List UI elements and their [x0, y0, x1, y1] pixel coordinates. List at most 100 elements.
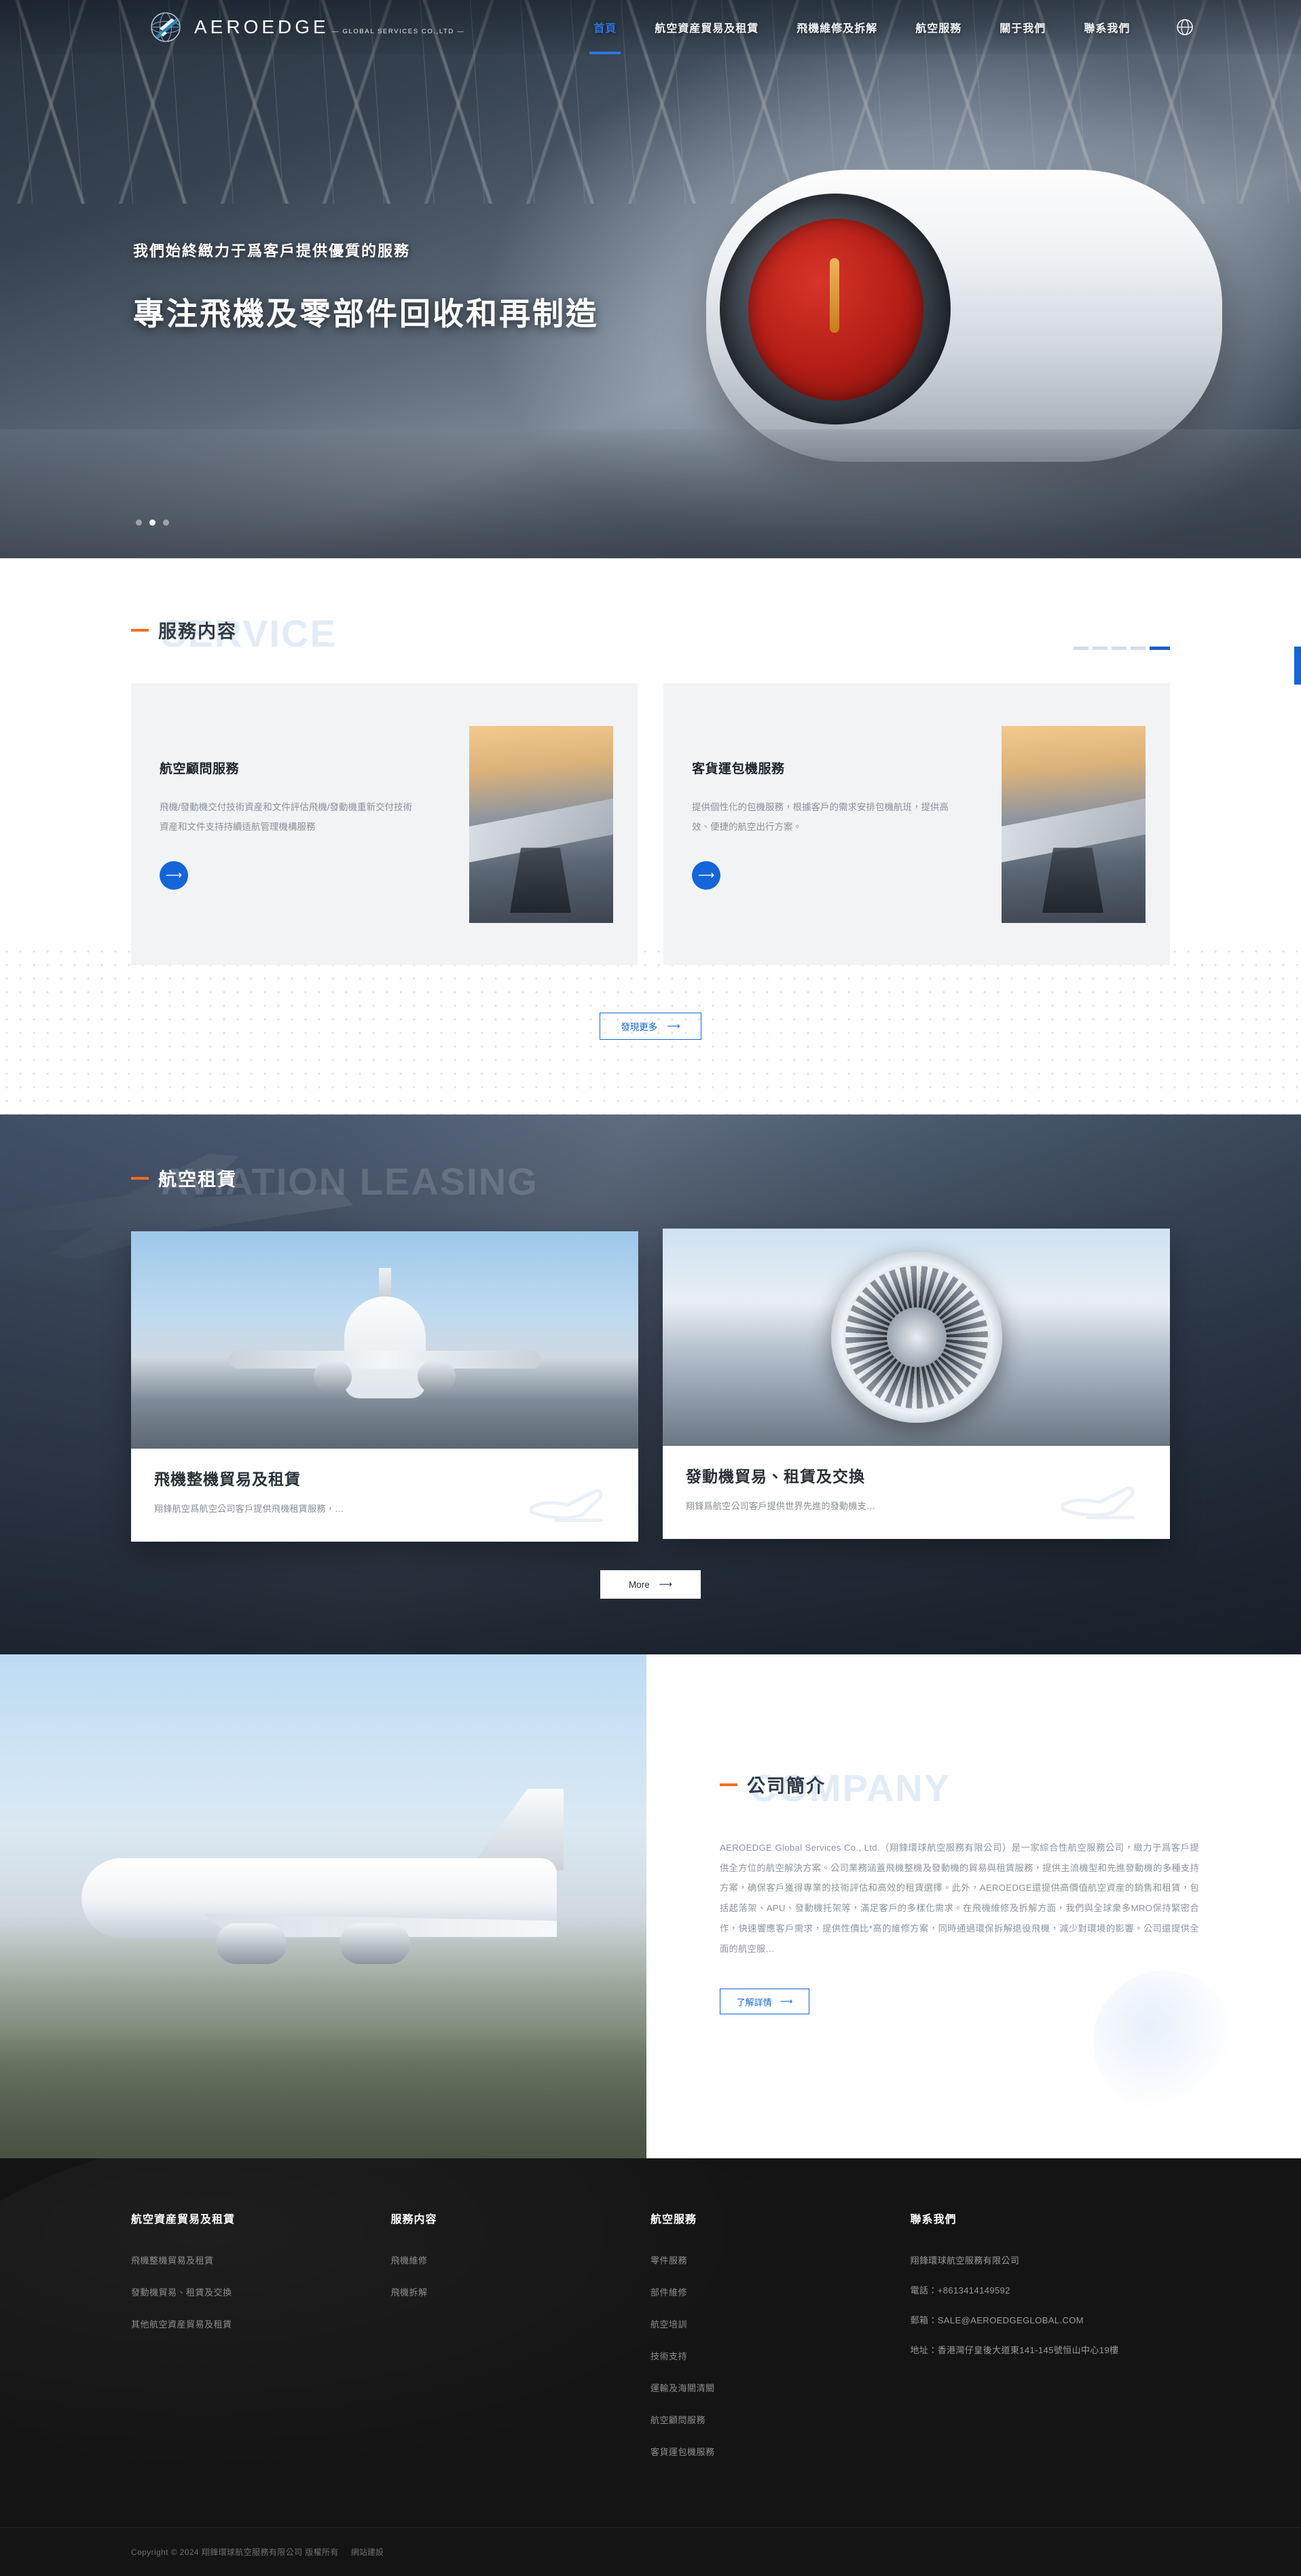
learn-more-label: 了解詳情 [736, 1997, 772, 2008]
hero-title: 專注飛機及零部件回收和再制造 [133, 296, 599, 331]
nav-item-mro[interactable]: 飛機維修及拆解 [777, 19, 896, 35]
company-section-heading: COMPANY 公司簡介 [720, 1766, 1199, 1815]
site-builder-link[interactable]: 網站建設 [351, 2546, 384, 2558]
brand-tagline: — GLOBAL SERVICES CO.,LTD — [332, 28, 465, 35]
footer-link[interactable]: 飛機整機貿易及租賃 [131, 2253, 391, 2266]
footer-email[interactable]: 郵箱：SALE@AEROEDGEGLOBAL.COM [911, 2313, 1171, 2328]
accent-dash [720, 1783, 737, 1786]
arrow-right-icon[interactable]: ⟶ [692, 861, 720, 890]
footer-copyright-bar: Copyright © 2024 翔鋒環球航空服務有限公司 版權所有 網站建設 [0, 2527, 1301, 2576]
brand-logo[interactable]: AEROEDGE — GLOBAL SERVICES CO.,LTD — [146, 7, 464, 47]
brand-name: AEROEDGE [194, 16, 329, 37]
service-card[interactable]: 航空顧問服務 飛機/發動機交付技術資産和文件評估飛機/發動機重新交付技術資産和文… [131, 683, 638, 965]
hero-subtitle: 我們始終緻力于爲客戶提供優質的服務 [133, 242, 411, 259]
service-card-title: 客貨運包機服務 [692, 761, 785, 776]
discover-more-label: 發現更多 [621, 1022, 658, 1032]
airplane-takeoff-icon [527, 1485, 615, 1524]
nav-item-services[interactable]: 航空服務 [896, 19, 981, 35]
globe-icon[interactable] [1175, 17, 1195, 37]
leasing-card[interactable]: 飛機整機貿易及租賃 翔鋒航空爲航空公司客戶提供飛機租賃服務，… [131, 1231, 638, 1542]
leasing-title: 航空租賃 [158, 1169, 237, 1190]
footer-column-contact: 聯系我們 翔鋒環球航空服務有限公司 電話：+8613414149592 郵箱：S… [911, 2210, 1171, 2477]
leasing-section: AVIATION LEASING 航空租賃 飛機整機貿易及租賃 翔鋒航空爲航空公… [0, 1114, 1301, 1654]
footer-link[interactable]: 飛機維修 [391, 2253, 651, 2266]
leasing-card-image [663, 1229, 1170, 1446]
discover-more-button[interactable]: 發現更多 ⟶ [600, 1013, 701, 1040]
copyright-text: Copyright © 2024 翔鋒環球航空服務有限公司 版權所有 [131, 2547, 339, 2557]
footer-column-title: 聯系我們 [910, 2214, 957, 2226]
service-section-heading: SERVICE 服務内容 [131, 612, 1170, 660]
service-card-title: 航空顧問服務 [160, 761, 240, 776]
service-card-image [1002, 725, 1146, 923]
footer-link[interactable]: 發動機貿易、租賃及交換 [131, 2285, 391, 2298]
footer-column-aviation-services: 航空服務 零件服務 部件維修 航空培訓 技術支持 運輸及海關清關 航空顧問服務 … [650, 2210, 911, 2477]
service-page-4[interactable] [1131, 647, 1146, 650]
hero-dot-2[interactable] [149, 520, 155, 526]
accent-dash [131, 628, 149, 632]
footer-link[interactable]: 技術支持 [650, 2349, 911, 2362]
service-card[interactable]: 客貨運包機服務 提供個性化的包機服務，根據客戶的需求安排包機航班，提供高效、便捷… [663, 683, 1170, 965]
leasing-more-button[interactable]: More ⟶ [600, 1570, 701, 1599]
side-scroll-indicator[interactable] [1294, 647, 1301, 685]
service-card-list: 航空顧問服務 飛機/發動機交付技術資産和文件評估飛機/發動機重新交付技術資産和文… [131, 683, 1170, 965]
company-section: COMPANY 公司簡介 AEROEDGE Global Services Co… [0, 1654, 1301, 2158]
company-image [0, 1654, 646, 2158]
nav-item-asset-trade[interactable]: 航空資産貿易及租賃 [636, 19, 777, 35]
nav-item-home[interactable]: 首頁 [574, 19, 636, 35]
globe-airplane-logo-icon [146, 7, 185, 47]
service-section: SERVICE 服務内容 航空顧問服務 飛機/發動機交付技術資産和文件評估飛機/… [0, 558, 1301, 1114]
service-page-5[interactable] [1150, 647, 1170, 650]
arrow-right-icon: ⟶ [667, 1021, 680, 1031]
footer-address: 地址：香港灣仔皇後大道東141-145號恒山中心19樓 [910, 2345, 1119, 2356]
leasing-section-heading: AVIATION LEASING 航空租賃 [131, 1160, 1170, 1208]
service-pagination[interactable] [1074, 647, 1170, 650]
hero-copy: 我們始終緻力于爲客戶提供優質的服務 專注飛機及零部件回收和再制造 [133, 239, 599, 334]
footer-link[interactable]: 航空培訓 [650, 2317, 911, 2330]
hero-slider-dots[interactable] [136, 520, 169, 526]
service-page-1[interactable] [1074, 647, 1088, 650]
footer-column-title: 服務内容 [390, 2214, 437, 2226]
footer-link[interactable]: 飛機拆解 [391, 2285, 651, 2298]
leasing-card[interactable]: 發動機貿易、租賃及交換 翔鋒爲航空公司客戶提供世界先進的發動機支… [663, 1229, 1170, 1539]
footer-link[interactable]: 航空顧問服務 [650, 2413, 911, 2426]
footer-column-asset-trade: 航空資産貿易及租賃 飛機整機貿易及租賃 發動機貿易、租賃及交換 其他航空資産貿易… [131, 2210, 391, 2477]
engine-cover-tab [830, 258, 839, 333]
service-card-image [469, 725, 613, 923]
footer-link[interactable]: 客貨運包機服務 [650, 2445, 911, 2458]
footer-company-name: 翔鋒環球航空服務有限公司 [910, 2255, 1020, 2266]
hero-section: AEROEDGE — GLOBAL SERVICES CO.,LTD — 首頁 … [0, 0, 1301, 558]
learn-more-button[interactable]: 了解詳情 ⟶ [720, 1989, 809, 2015]
main-navigation: 首頁 航空資産貿易及租賃 飛機維修及拆解 航空服務 關于我們 聯系我們 [574, 17, 1195, 37]
service-page-2[interactable] [1093, 647, 1107, 650]
service-card-desc: 飛機/發動機交付技術資産和文件評估飛機/發動機重新交付技術資産和文件支持持續适航… [160, 801, 413, 832]
footer-link[interactable]: 其他航空資産貿易及租賃 [131, 2317, 391, 2330]
service-page-3[interactable] [1112, 647, 1126, 650]
hangar-floor [0, 429, 1301, 558]
footer-phone[interactable]: 電話：+8613414149592 [911, 2283, 1171, 2298]
footer-link[interactable]: 部件維修 [650, 2285, 911, 2298]
accent-dash [131, 1176, 149, 1180]
site-footer: 航空資産貿易及租賃 飛機整機貿易及租賃 發動機貿易、租賃及交換 其他航空資産貿易… [0, 2158, 1301, 2576]
nav-item-about[interactable]: 關于我們 [981, 19, 1065, 35]
footer-link[interactable]: 零件服務 [650, 2253, 911, 2266]
hero-dot-1[interactable] [136, 520, 142, 526]
site-header: AEROEDGE — GLOBAL SERVICES CO.,LTD — 首頁 … [0, 0, 1301, 54]
service-card-desc: 提供個性化的包機服務，根據客戶的需求安排包機航班，提供高效、便捷的航空出行方案。 [692, 801, 949, 832]
leasing-more-label: More [628, 1579, 650, 1590]
company-description: AEROEDGE Global Services Co., Ltd.（翔鋒環球航… [720, 1843, 1199, 1954]
company-title: 公司簡介 [747, 1776, 826, 1796]
arrow-right-icon[interactable]: ⟶ [160, 861, 188, 890]
footer-column-title: 航空資産貿易及租賃 [131, 2214, 236, 2226]
logo-watermark [1093, 1971, 1236, 2114]
nav-item-contact[interactable]: 聯系我們 [1065, 19, 1149, 35]
leasing-card-image [131, 1231, 638, 1449]
service-title: 服務内容 [158, 621, 237, 642]
airplane-takeoff-icon [1059, 1482, 1147, 1521]
footer-column-services: 服務内容 飛機維修 飛機拆解 [391, 2210, 651, 2477]
arrow-right-icon: ⟶ [780, 1996, 793, 2007]
footer-link[interactable]: 運輸及海關清關 [650, 2381, 911, 2394]
arrow-right-icon: ⟶ [659, 1579, 673, 1589]
footer-column-title: 航空服務 [650, 2214, 697, 2226]
hero-dot-3[interactable] [163, 520, 169, 526]
leasing-card-list: 飛機整機貿易及租賃 翔鋒航空爲航空公司客戶提供飛機租賃服務，… 發動機貿易、租賃 [131, 1229, 1170, 1542]
